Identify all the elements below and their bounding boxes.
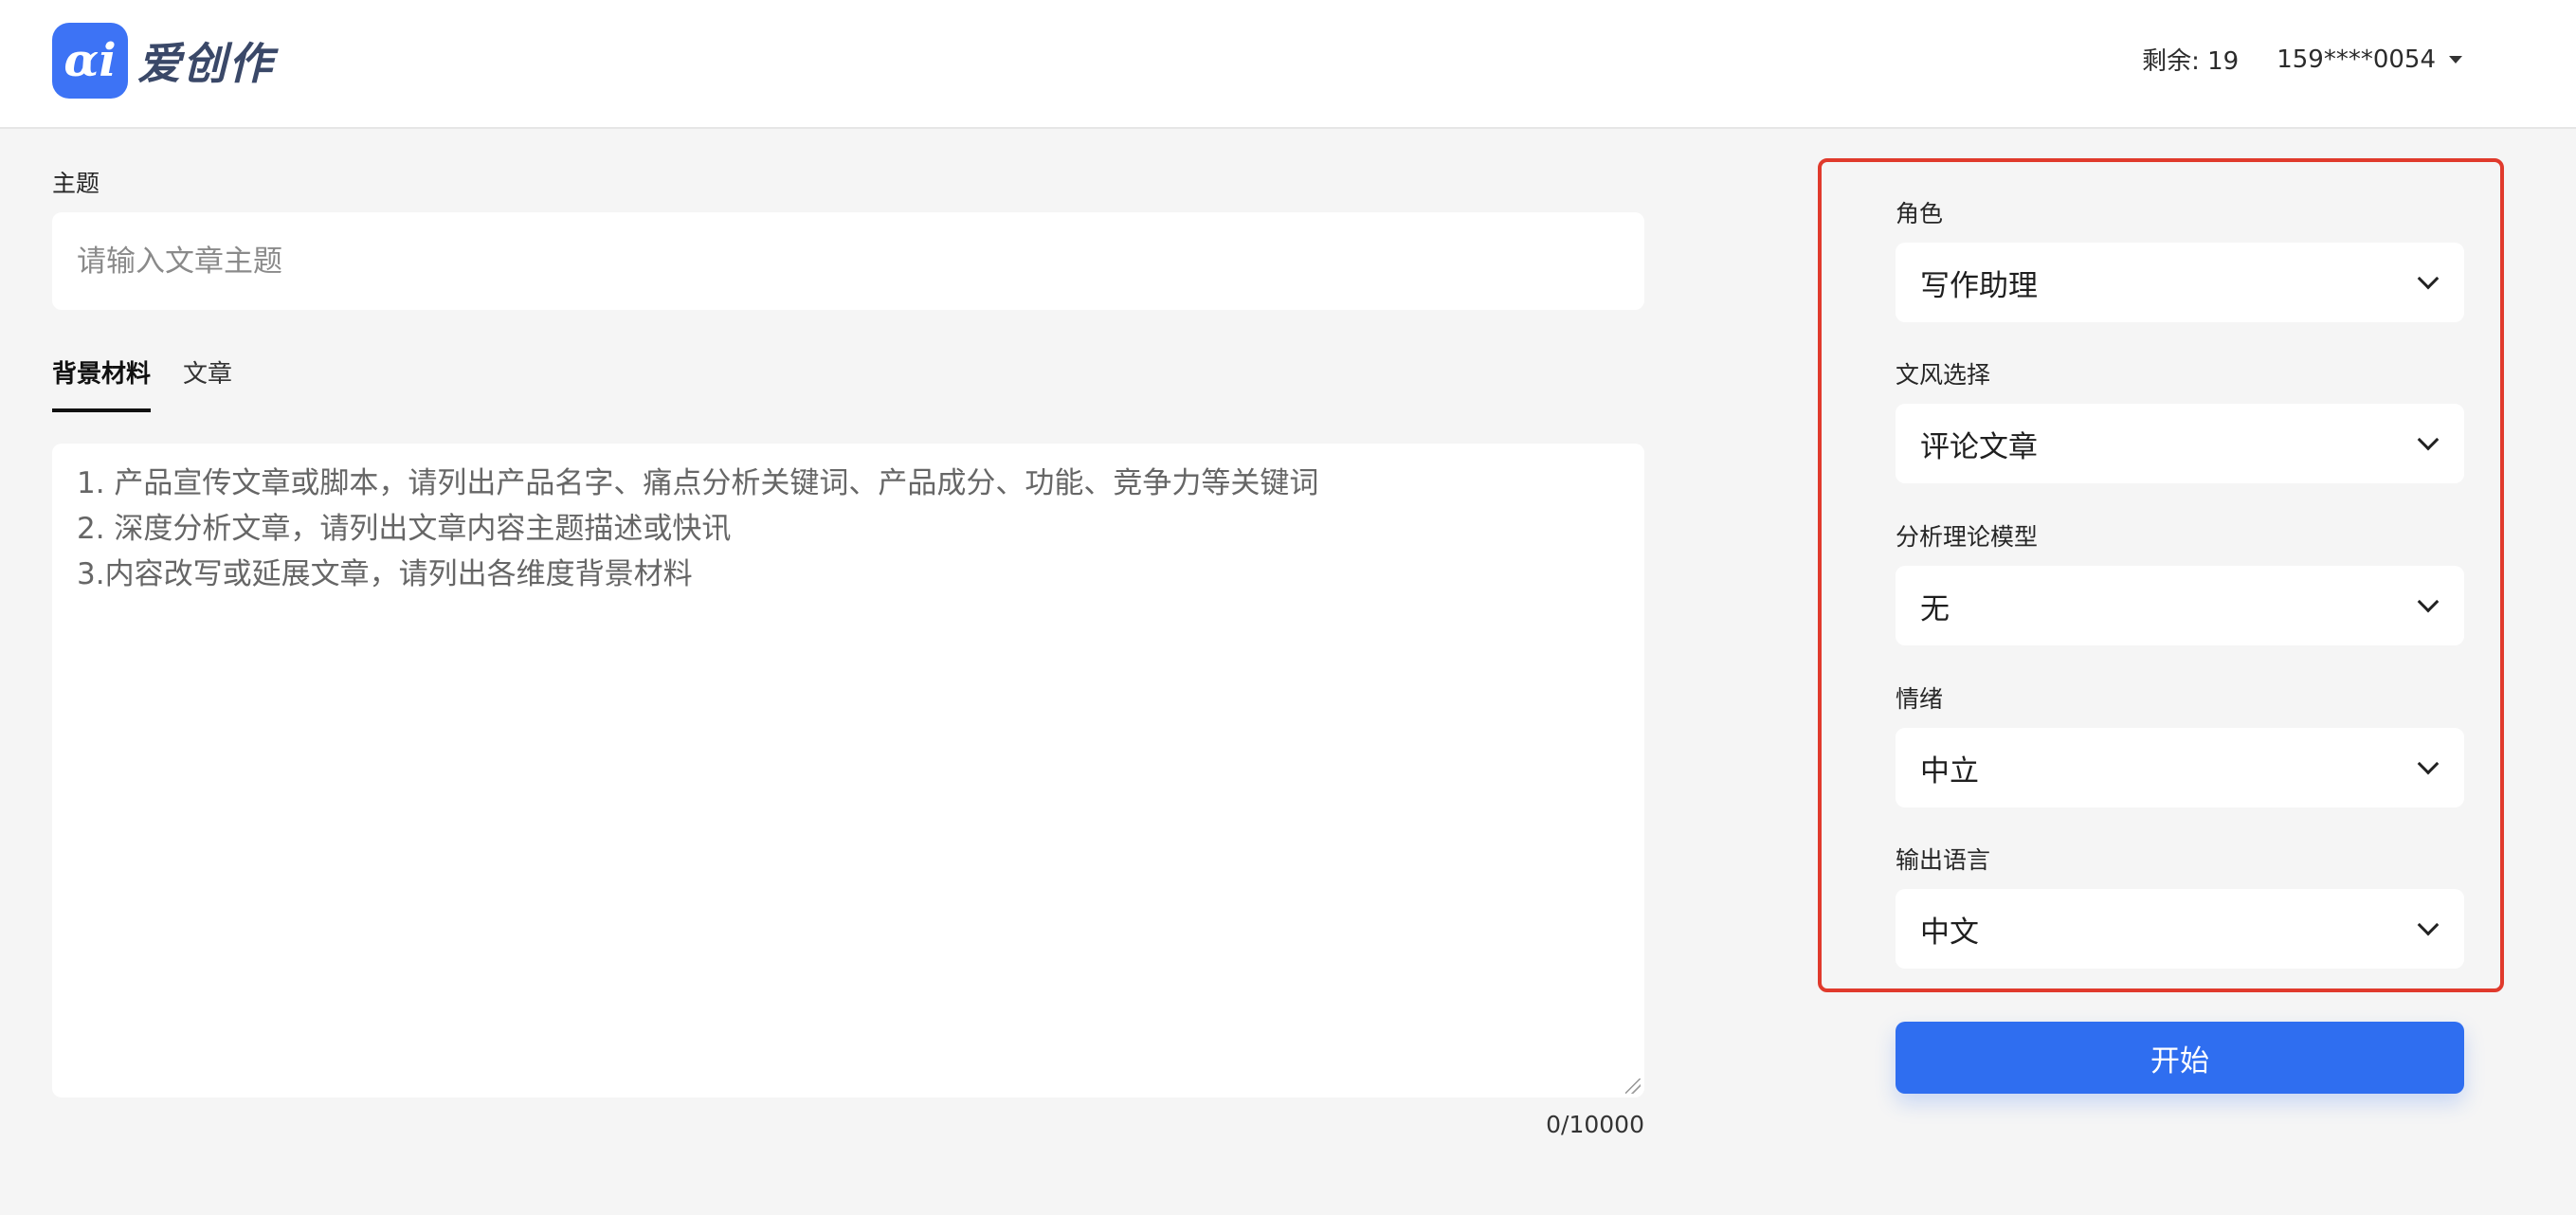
role-label: 角色 [1896,200,1944,227]
logo[interactable]: αi 爱创作 [52,23,274,99]
emotion-label: 情绪 [1896,685,1944,713]
style-value: 评论文章 [1920,429,2038,464]
role-select[interactable]: 写作助理 [1896,243,2464,322]
model-select[interactable]: 无 [1896,566,2464,645]
user-menu[interactable]: 159****0054 [2277,45,2462,74]
style-select[interactable]: 评论文章 [1896,404,2464,483]
top-header: αi 爱创作 剩余: 19 159****0054 [0,0,2576,129]
model-value: 无 [1920,591,1950,626]
material-hint-line-2: 2. 深度分析文章，请列出文章内容主题描述或快讯 [77,512,732,546]
chevron-down-icon [2417,914,2440,936]
material-hint-line-1: 1. 产品宣传文章或脚本，请列出产品名字、痛点分析关键词、产品成分、功能、竞争力… [77,466,1319,500]
char-counter: 0/10000 [1546,1111,1644,1138]
style-label: 文风选择 [1896,361,1991,389]
topic-label: 主题 [52,170,100,197]
emotion-select[interactable]: 中立 [1896,728,2464,807]
resize-handle-icon[interactable] [1625,1079,1641,1094]
topic-input[interactable] [52,212,1644,310]
emotion-value: 中立 [1920,753,1979,789]
start-button[interactable]: 开始 [1896,1022,2464,1094]
chevron-down-icon [2417,267,2440,290]
language-select[interactable]: 中文 [1896,889,2464,969]
model-label: 分析理论模型 [1896,523,2039,551]
role-value: 写作助理 [1920,268,2038,303]
chevron-down-icon [2417,428,2440,451]
material-hint-line-3: 3.内容改写或延展文章，请列出各维度背景材料 [77,557,693,591]
logo-icon: αi [52,23,128,99]
header-user-area: 剩余: 19 159****0054 [2142,42,2462,77]
remaining-count: 剩余: 19 [2142,47,2240,76]
tab-article[interactable]: 文章 [183,354,232,412]
chevron-down-icon [2417,753,2440,775]
material-textarea[interactable]: 1. 产品宣传文章或脚本，请列出产品名字、痛点分析关键词、产品成分、功能、竞争力… [52,444,1644,1097]
brand-name: 爱创作 [137,38,274,89]
user-phone: 159****0054 [2277,45,2436,74]
language-label: 输出语言 [1896,846,1991,874]
caret-down-icon [2449,55,2462,63]
chevron-down-icon [2417,590,2440,613]
tab-background-material[interactable]: 背景材料 [52,354,152,412]
language-value: 中文 [1920,915,1979,950]
content-tabs: 背景材料 文章 [52,354,264,412]
